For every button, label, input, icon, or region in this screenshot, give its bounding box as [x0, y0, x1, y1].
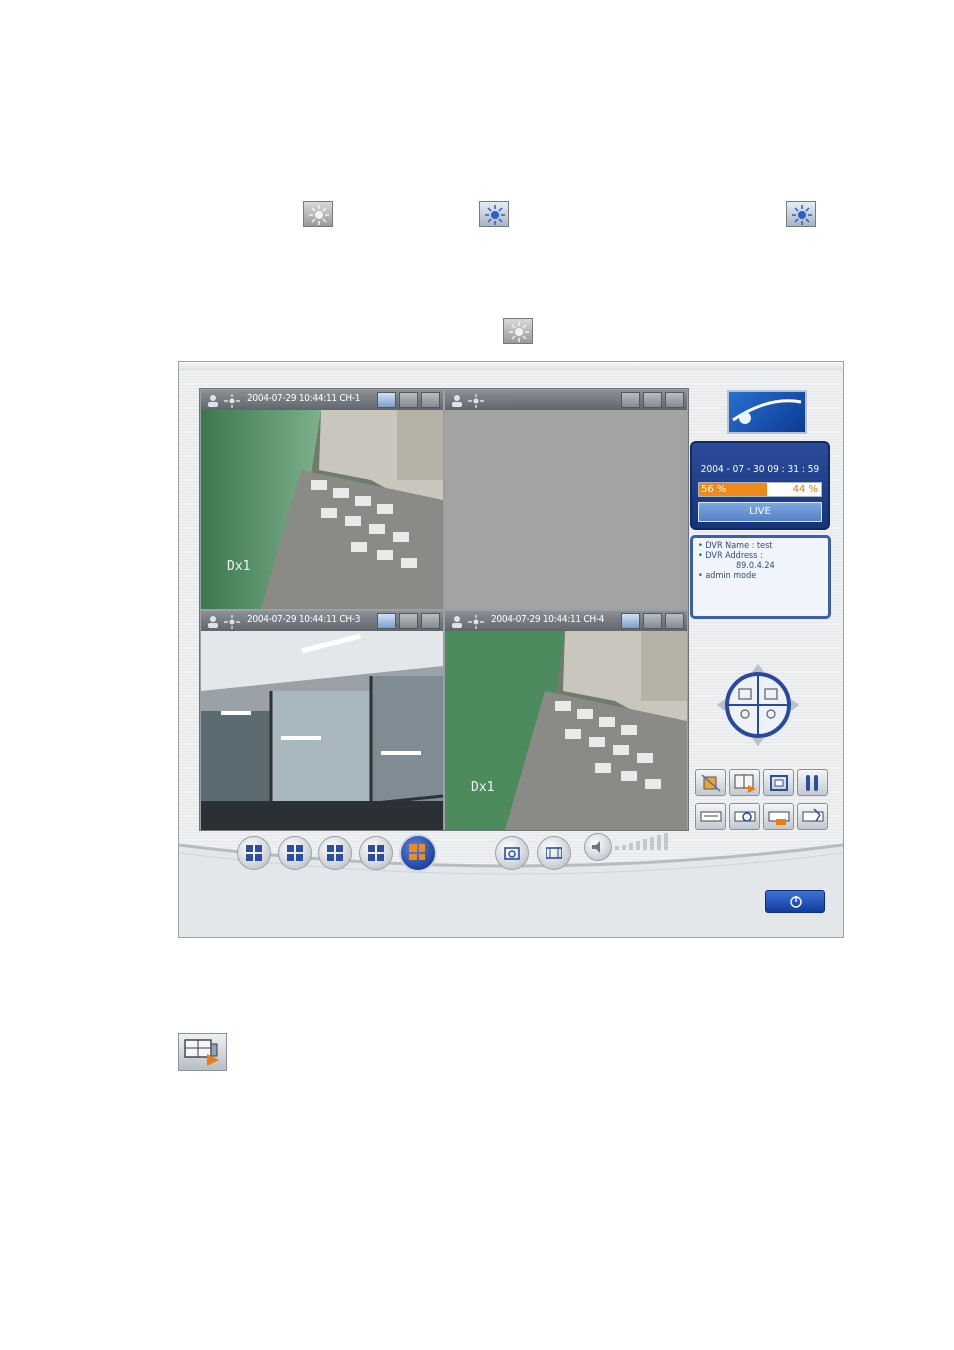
- power-icon: [790, 896, 802, 908]
- brightness-toggle-icon[interactable]: [621, 613, 640, 629]
- layout-4-icon: [368, 845, 384, 861]
- layout-quad-button-active[interactable]: [399, 834, 437, 872]
- playback-button[interactable]: [729, 769, 760, 796]
- layout-2-button[interactable]: [278, 836, 312, 870]
- audio-level-icon[interactable]: [665, 392, 684, 408]
- camera-title-bar: [445, 390, 687, 410]
- camera-video-ch2-empty: [445, 410, 687, 609]
- dvr-address-label: • DVR Address :: [698, 551, 763, 561]
- playback-icon-large: [178, 1033, 227, 1071]
- layout-4-button[interactable]: [359, 836, 393, 870]
- brightness-active-icon: [479, 201, 509, 227]
- speaker-icon: [592, 841, 600, 853]
- layout-1-icon: [246, 845, 262, 861]
- camera-title: 2004-07-29 10:44:11 CH-1: [247, 393, 361, 404]
- record-icon: [701, 774, 721, 792]
- power-exit-button[interactable]: [765, 890, 825, 913]
- brightness-toggle-icon[interactable]: [621, 392, 640, 408]
- camera-title-bar: 2004-07-29 10:44:11 CH-4: [445, 611, 687, 631]
- dvr-name: • DVR Name : test: [698, 541, 773, 551]
- ptz-right-icon: [791, 699, 799, 711]
- disk-usage-bar: 56 % 44 %: [698, 482, 822, 497]
- digital-zoom-label: Dx1: [471, 780, 495, 795]
- layout-2-icon: [287, 845, 303, 861]
- snapshot-icon[interactable]: [399, 613, 418, 629]
- audio-level-icon[interactable]: [421, 392, 440, 408]
- fullscreen-icon: [770, 775, 788, 791]
- brightness-icon: [503, 318, 533, 344]
- network-button[interactable]: [797, 803, 828, 830]
- export-icon: [768, 811, 790, 825]
- ptz-down-icon: [752, 738, 764, 746]
- status-panel: 2004 - 07 - 30 09 : 31 : 59 56 % 44 % LI…: [690, 441, 830, 530]
- brightness-toggle-icon[interactable]: [377, 392, 396, 408]
- camera-video-ch3: [201, 631, 443, 830]
- ptz-move-icon: [223, 393, 241, 408]
- fullscreen-button[interactable]: [763, 769, 794, 796]
- snapshot-icon[interactable]: [399, 392, 418, 408]
- ptz-move-icon: [467, 393, 485, 408]
- dvr-client-window: 2004-07-29 10:44:11 CH-1 Dx1 2004-07-29 …: [178, 361, 844, 938]
- dvr-address: 89.0.4.24: [736, 561, 775, 571]
- export-button[interactable]: [763, 803, 794, 830]
- playback-icon: [184, 1039, 219, 1066]
- ptz-move-icon: [467, 614, 485, 629]
- dvr-info-panel: • DVR Name : test • DVR Address : 89.0.4…: [690, 535, 831, 619]
- backup-icon: [700, 811, 722, 822]
- settings-button[interactable]: [797, 769, 828, 796]
- layout-3-button[interactable]: [318, 836, 352, 870]
- audio-level-icon[interactable]: [421, 613, 440, 629]
- video-record-button[interactable]: [537, 836, 571, 870]
- volume-button[interactable]: [584, 833, 612, 861]
- camera-video-ch1: [201, 410, 443, 609]
- camera-tile-ch2[interactable]: [445, 390, 687, 609]
- camera-grid: 2004-07-29 10:44:11 CH-1 Dx1 2004-07-29 …: [199, 388, 689, 831]
- brightness-toggle-icon[interactable]: [377, 613, 396, 629]
- record-button[interactable]: [695, 769, 726, 796]
- volume-slider[interactable]: [613, 833, 671, 851]
- snapshot-icon[interactable]: [643, 392, 662, 408]
- backup-button[interactable]: [695, 803, 726, 830]
- camera-title-bar: 2004-07-29 10:44:11 CH-3: [201, 611, 443, 631]
- disk-free-label: 44 %: [792, 484, 818, 495]
- brand-logo: [727, 390, 807, 434]
- layout-3-icon: [327, 845, 343, 861]
- camera-tile-ch3[interactable]: 2004-07-29 10:44:11 CH-3: [201, 611, 443, 830]
- user-icon: [449, 614, 465, 628]
- search-icon: [734, 811, 756, 822]
- network-icon: [802, 808, 824, 822]
- settings-icon: [806, 775, 818, 791]
- user-icon: [205, 393, 221, 407]
- brightness-icon: [303, 201, 333, 227]
- camera-tile-ch4[interactable]: 2004-07-29 10:44:11 CH-4 Dx1: [445, 611, 687, 830]
- ptz-left-icon: [717, 699, 725, 711]
- digital-zoom-label: Dx1: [227, 559, 251, 574]
- layout-1-button[interactable]: [237, 836, 271, 870]
- snapshot-button[interactable]: [495, 836, 529, 870]
- camera-video-ch4: [445, 631, 687, 830]
- ptz-control[interactable]: [715, 662, 801, 748]
- film-icon: [546, 847, 562, 859]
- search-button[interactable]: [729, 803, 760, 830]
- snapshot-icon[interactable]: [643, 613, 662, 629]
- disk-used-label: 56 %: [701, 484, 727, 495]
- user-icon: [205, 614, 221, 628]
- playback-icon: [734, 774, 756, 793]
- camera-title: 2004-07-29 10:44:11 CH-3: [247, 614, 361, 625]
- camera-title: 2004-07-29 10:44:11 CH-4: [491, 614, 605, 625]
- mode-live-button[interactable]: LIVE: [698, 502, 822, 522]
- camera-title-bar: 2004-07-29 10:44:11 CH-1: [201, 390, 443, 410]
- window-top-edge: [179, 362, 843, 370]
- current-datetime: 2004 - 07 - 30 09 : 31 : 59: [700, 464, 820, 475]
- user-icon: [449, 393, 465, 407]
- layout-quad-icon: [409, 844, 425, 860]
- camera-tile-ch1[interactable]: 2004-07-29 10:44:11 CH-1 Dx1: [201, 390, 443, 609]
- camera-icon: [504, 847, 520, 860]
- ptz-up-icon: [752, 664, 764, 672]
- ptz-move-icon: [223, 614, 241, 629]
- audio-level-icon[interactable]: [665, 613, 684, 629]
- user-mode: • admin mode: [698, 571, 757, 581]
- brightness-active-icon: [786, 201, 816, 227]
